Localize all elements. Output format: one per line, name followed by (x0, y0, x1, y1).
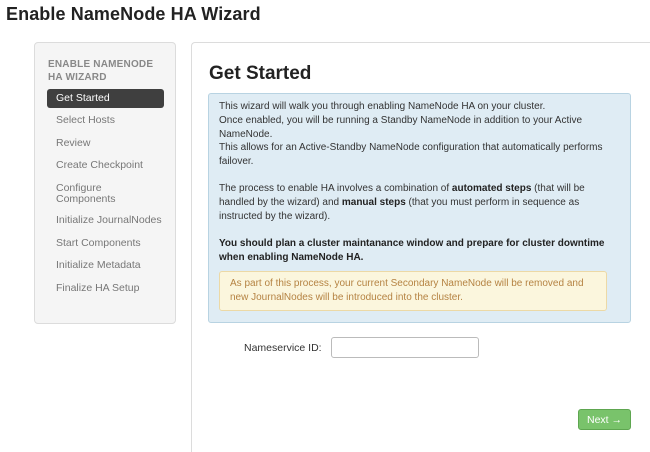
intro-line-3: This allows for an Active-Standby NameNo… (219, 142, 603, 168)
intro-line-2: Once enabled, you will be running a Stan… (219, 114, 583, 140)
manual-steps-text: manual steps (341, 197, 406, 209)
warning-box: As part of this process, your current Se… (219, 271, 607, 311)
main-panel: Get Started This wizard will walk you th… (191, 42, 650, 452)
step-title: Get Started (209, 63, 312, 84)
process-text: The process to enable HA involves a comb… (219, 183, 585, 223)
automated-steps-text: automated steps (451, 183, 532, 195)
sidebar-header: ENABLE NAMENODE HA WIZARD (48, 59, 154, 83)
sidebar-item-finalize-ha-setup[interactable]: Finalize HA Setup (47, 279, 164, 298)
wizard-sidebar: ENABLE NAMENODE HA WIZARD Get Started Se… (34, 42, 176, 324)
sidebar-item-create-checkpoint[interactable]: Create Checkpoint (47, 156, 164, 175)
maintenance-note: You should plan a cluster maintanance wi… (219, 238, 605, 264)
nameservice-id-input[interactable] (331, 337, 479, 358)
sidebar-item-initialize-metadata[interactable]: Initialize Metadata (47, 256, 164, 275)
sidebar-item-get-started[interactable]: Get Started (47, 89, 164, 108)
sidebar-item-configure-components[interactable]: Configure Components (47, 179, 147, 209)
info-box: This wizard will walk you through enabli… (208, 93, 631, 323)
page-title: Enable NameNode HA Wizard (6, 4, 261, 24)
intro-text: This wizard will walk you through enabli… (219, 100, 620, 169)
nameservice-id-label: Nameservice ID: (244, 342, 322, 354)
sidebar-item-review[interactable]: Review (47, 134, 164, 153)
intro-line-1: This wizard will walk you through enabli… (219, 101, 546, 112)
next-button[interactable]: Next → (578, 409, 631, 430)
sidebar-item-initialize-journalnodes[interactable]: Initialize JournalNodes (47, 211, 164, 230)
sidebar-item-start-components[interactable]: Start Components (47, 234, 164, 253)
sidebar-item-select-hosts[interactable]: Select Hosts (47, 111, 164, 130)
